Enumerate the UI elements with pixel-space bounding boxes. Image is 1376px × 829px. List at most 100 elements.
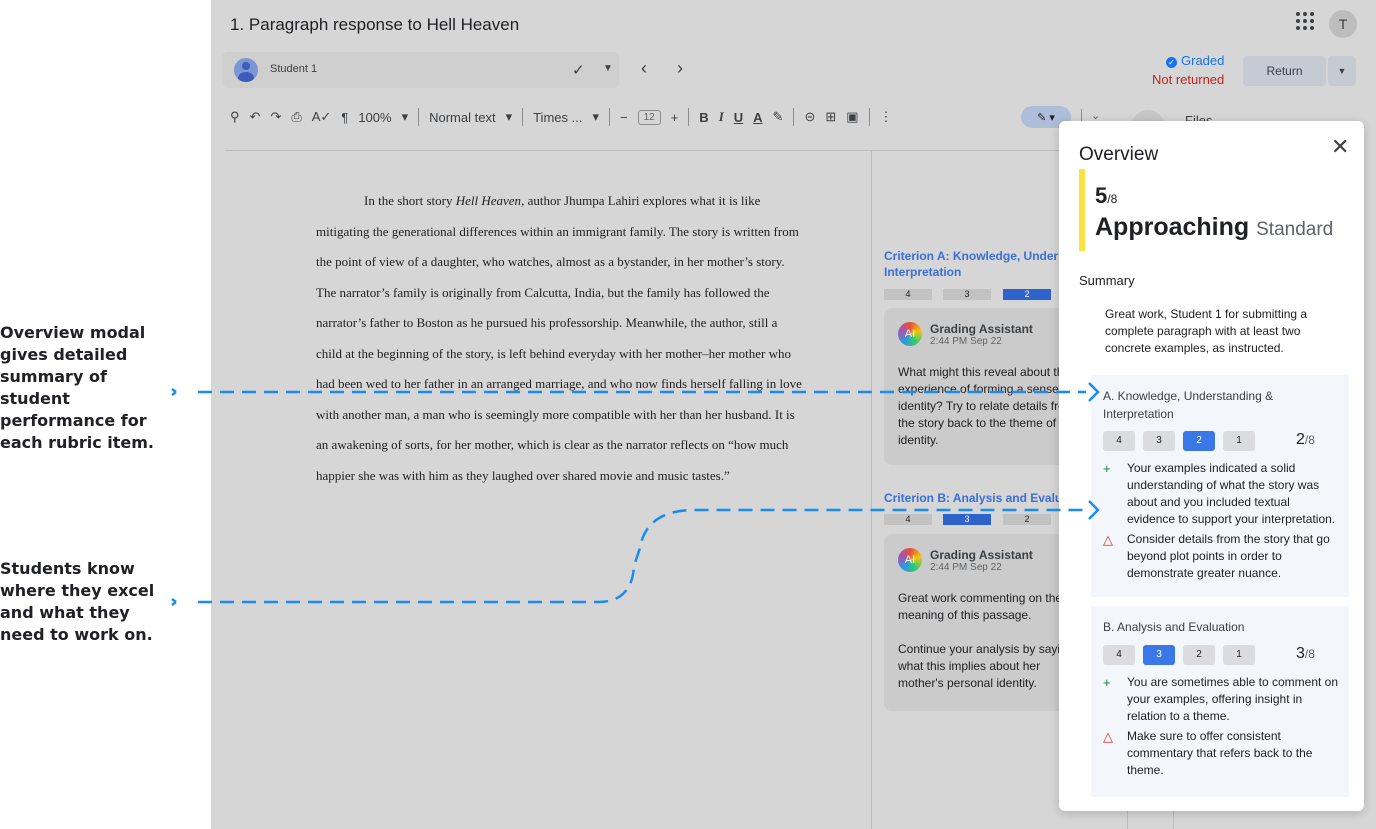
account-avatar[interactable]: T (1329, 10, 1357, 38)
highlight-icon[interactable]: ✎ (773, 109, 784, 125)
ai-assistant-avatar: AI (898, 322, 922, 346)
overview-modal: Overview ✕ 5/8 Approaching Standard Summ… (1059, 121, 1364, 811)
improvement-feedback: △ Consider details from the story that g… (1103, 532, 1330, 580)
strength-feedback: + Your examples indicated a solid unders… (1103, 461, 1336, 526)
zoom-select[interactable]: 100% (358, 110, 391, 125)
style-select[interactable]: Normal text (429, 110, 495, 125)
return-options-button[interactable]: ▼ (1328, 56, 1356, 86)
undo-icon[interactable]: ↶ (250, 109, 261, 125)
document-paragraph: In the short story Hell Heaven, author J… (316, 193, 802, 483)
improvement-feedback: △ Make sure to offer consistent commenta… (1103, 729, 1313, 777)
check-icon: ✓ (572, 62, 585, 79)
score-option[interactable]: 3 (943, 289, 991, 300)
annotation-excel: Students know where they excel and what … (0, 559, 155, 644)
rubric-score: 3/8 (1296, 645, 1315, 662)
connector-start-marker (171, 388, 177, 396)
student-name: Student 1 (270, 63, 318, 75)
rubric-item-b: B. Analysis and Evaluation 4 3 2 1 3/8 +… (1091, 606, 1349, 797)
print-icon[interactable]: ⎙ (291, 109, 301, 125)
rubric-title: B. Analysis and Evaluation (1103, 620, 1245, 634)
ai-assistant-avatar: AI (898, 548, 922, 572)
connector-start-marker (171, 598, 177, 606)
level-indicator-bar (1079, 169, 1085, 251)
comment-timestamp: 2:44 PM Sep 22 (930, 562, 1002, 573)
annotation-overview: Overview modal gives detailed summary of… (0, 323, 154, 452)
graded-status: ✓ Graded (1166, 53, 1224, 68)
score-option-selected[interactable]: 2 (1003, 289, 1051, 300)
rubric-option[interactable]: 4 (1103, 645, 1135, 665)
font-size-input[interactable]: 12 (637, 109, 661, 125)
increase-size-icon[interactable]: + (671, 110, 679, 125)
apps-grid-icon[interactable] (1296, 12, 1314, 30)
page: Overview modal gives detailed summary of… (0, 0, 1376, 829)
document-margin-line (871, 150, 872, 829)
toolbar-divider (868, 108, 870, 126)
summary-heading: Summary (1079, 273, 1135, 288)
plus-icon: + (1103, 461, 1111, 476)
assistant-name: Grading Assistant (930, 548, 1033, 562)
italic-icon[interactable]: I (719, 109, 724, 125)
rubric-item-a: A. Knowledge, Understanding & Interpreta… (1091, 375, 1349, 597)
comment-icon[interactable]: ⊞ (825, 109, 836, 125)
toolbar-divider (793, 108, 795, 126)
font-select[interactable]: Times ... (533, 110, 582, 125)
student-document[interactable]: In the short story Hell Heaven, author J… (316, 186, 806, 491)
chevron-down-icon[interactable]: ▾ (592, 109, 599, 125)
text-color-icon[interactable]: A (753, 110, 762, 125)
previous-student-button[interactable]: ‹ (641, 58, 647, 79)
warning-triangle-icon: △ (1103, 532, 1113, 547)
redo-icon[interactable]: ↷ (270, 109, 281, 125)
close-icon[interactable]: ✕ (1331, 134, 1349, 160)
grading-assistant-comment-b[interactable]: AI Grading Assistant 2:44 PM Sep 22 Grea… (884, 534, 1084, 711)
plus-icon: + (1103, 675, 1111, 690)
student-avatar (234, 58, 258, 82)
modal-title: Overview (1079, 144, 1159, 165)
not-returned-status: Not returned (1152, 72, 1225, 87)
link-icon[interactable]: ⊝ (804, 109, 815, 125)
comment-body: What might this reveal about th experien… (898, 365, 1065, 447)
search-icon[interactable]: ⚲ (230, 109, 240, 125)
check-circle-icon: ✓ (1166, 57, 1177, 68)
rubric-score: 2/8 (1296, 431, 1315, 448)
return-button[interactable]: Return (1243, 56, 1326, 86)
rubric-title: A. Knowledge, Understanding & Interpreta… (1103, 389, 1274, 421)
grading-assistant-comment-a[interactable]: AI Grading Assistant 2:44 PM Sep 22 What… (884, 308, 1084, 465)
rubric-option-selected[interactable]: 3 (1143, 645, 1175, 665)
student-selector[interactable]: Student 1 ✓ ▼ (222, 52, 619, 88)
more-options-icon[interactable]: ⋮ (880, 109, 893, 125)
rubric-option-selected[interactable]: 2 (1183, 431, 1215, 451)
overall-score: 5/8 (1095, 183, 1118, 208)
rubric-option[interactable]: 4 (1103, 431, 1135, 451)
rubric-option[interactable]: 3 (1143, 431, 1175, 451)
decrease-size-icon[interactable]: − (620, 110, 628, 125)
underline-icon[interactable]: U (734, 110, 743, 125)
score-option-selected[interactable]: 3 (943, 514, 991, 525)
assistant-name: Grading Assistant (930, 322, 1033, 336)
rubric-option[interactable]: 1 (1223, 645, 1255, 665)
paint-format-icon[interactable]: ¶ (341, 110, 348, 125)
toolbar-divider-line (225, 150, 1125, 151)
rubric-option[interactable]: 1 (1223, 431, 1255, 451)
chevron-down-icon[interactable]: ▾ (402, 109, 409, 125)
rubric-option[interactable]: 2 (1183, 645, 1215, 665)
comment-timestamp: 2:44 PM Sep 22 (930, 336, 1002, 347)
assignment-title: 1. Paragraph response to Hell Heaven (230, 15, 520, 34)
toolbar-divider (418, 108, 420, 126)
image-icon[interactable]: ▣ (846, 109, 858, 125)
summary-text: Great work, Student 1 for submitting a c… (1105, 307, 1308, 355)
performance-level: Approaching Standard (1095, 213, 1334, 241)
doc-toolbar: ⚲ ↶ ↷ ⎙ A✓ ¶ 100% ▾ Normal text ▾ Times … (230, 104, 893, 130)
score-option[interactable]: 2 (1003, 514, 1051, 525)
warning-triangle-icon: △ (1103, 729, 1113, 744)
spellcheck-icon[interactable]: A✓ (312, 109, 332, 125)
chevron-down-icon[interactable]: ▾ (506, 109, 513, 125)
chevron-down-icon[interactable]: ▼ (603, 63, 613, 74)
next-student-button[interactable]: › (677, 58, 683, 79)
toolbar-divider (688, 108, 690, 126)
comment-body: Great work commenting on the meaning of … (898, 591, 1067, 690)
score-option[interactable]: 4 (884, 514, 932, 525)
bold-icon[interactable]: B (699, 110, 708, 125)
toolbar-divider (608, 108, 610, 126)
score-option[interactable]: 4 (884, 289, 932, 300)
book-title: Hell Heaven (455, 193, 522, 208)
